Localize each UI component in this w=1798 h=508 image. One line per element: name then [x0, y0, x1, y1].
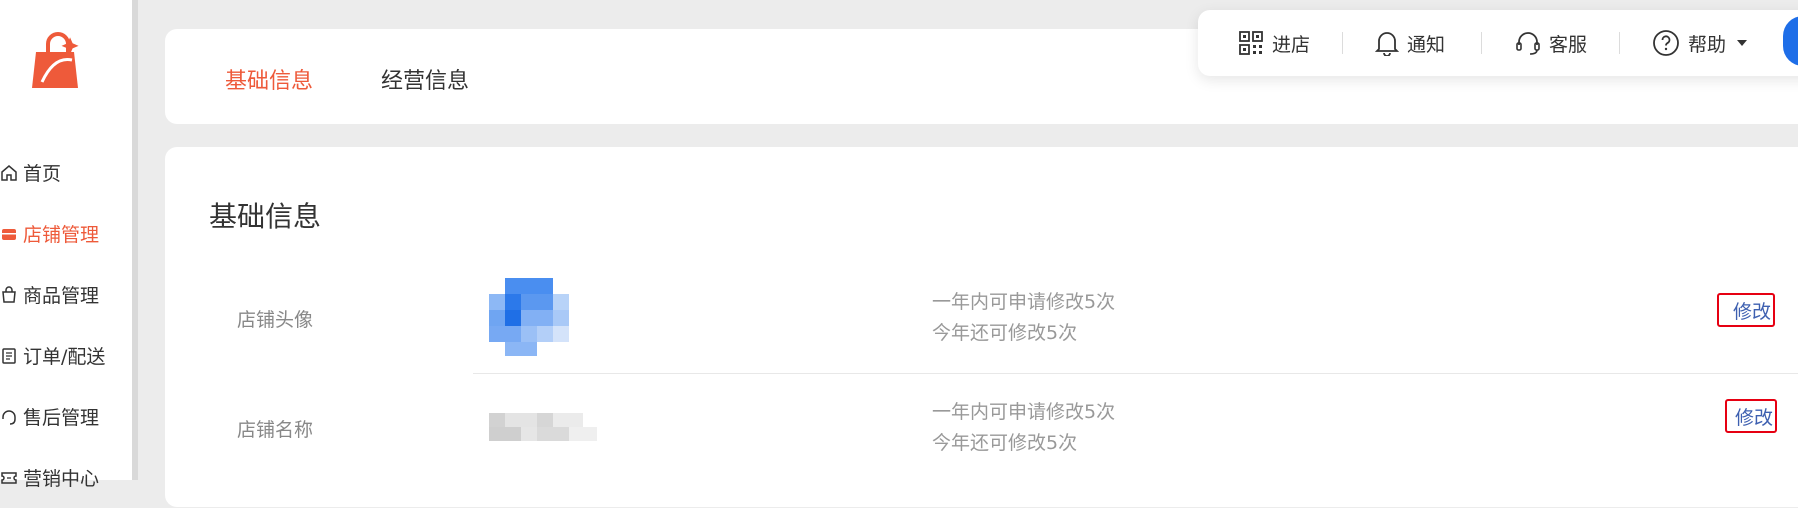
sidebar-item-store[interactable]: 店铺管理 — [0, 203, 132, 264]
sidebar-item-label: 店铺管理 — [23, 224, 100, 246]
store-icon — [0, 223, 20, 245]
shop-name-label: 店铺名称 — [237, 419, 314, 441]
shop-avatar-note: 一年内可申请修改5次 今年还可修改5次 — [932, 287, 1115, 349]
customer-service-label: 客服 — [1549, 33, 1588, 56]
tab-business-info[interactable]: 经营信息 — [381, 63, 469, 95]
shop-name-note: 一年内可申请修改5次 今年还可修改5次 — [932, 397, 1115, 459]
sidebar: 首页 店铺管理 商品管理 订单/配送 售后管理 营销中心 — [0, 0, 132, 490]
home-icon — [0, 162, 20, 184]
edit-avatar-button[interactable]: 修改 — [1717, 293, 1776, 327]
sidebar-item-label: 首页 — [23, 163, 62, 185]
help-dropdown[interactable]: 帮助 — [1652, 28, 1748, 58]
sidebar-nav: 首页 店铺管理 商品管理 订单/配送 售后管理 营销中心 — [0, 142, 132, 508]
order-icon — [0, 345, 20, 367]
edit-limit-text: 一年内可申请修改5次 — [932, 291, 1116, 313]
shop-avatar-label: 店铺头像 — [237, 309, 314, 331]
bag-icon — [0, 284, 20, 306]
toolbar-divider — [1481, 32, 1482, 54]
notification-label: 通知 — [1407, 33, 1446, 56]
toolbar-divider — [1342, 32, 1343, 54]
remaining-edits-text: 今年还可修改5次 — [932, 432, 1078, 454]
shop-avatar-image — [489, 278, 569, 358]
enter-store-label: 进店 — [1272, 33, 1311, 56]
sidebar-item-home[interactable]: 首页 — [0, 142, 132, 203]
sidebar-item-products[interactable]: 商品管理 — [0, 264, 132, 325]
bell-icon — [1375, 32, 1399, 56]
sidebar-item-label: 营销中心 — [23, 468, 100, 490]
brand-logo[interactable] — [28, 30, 88, 90]
headset-icon — [1516, 32, 1540, 55]
sidebar-divider — [132, 0, 138, 480]
shop-name-value — [489, 413, 599, 441]
enter-store-button[interactable]: 进店 — [1238, 28, 1310, 58]
shopping-bag-logo-icon — [32, 32, 79, 88]
section-title: 基础信息 — [209, 200, 322, 233]
qr-code-icon — [1239, 31, 1263, 55]
sidebar-item-label: 订单/配送 — [23, 346, 106, 368]
toolbar-divider — [1619, 32, 1620, 54]
sidebar-item-label: 商品管理 — [23, 285, 100, 307]
caret-down-icon — [1737, 40, 1748, 46]
notification-button[interactable]: 通知 — [1375, 28, 1445, 58]
sidebar-item-label: 售后管理 — [23, 407, 100, 429]
edit-shop-name-button[interactable]: 修改 — [1725, 399, 1778, 433]
customer-service-button[interactable]: 客服 — [1515, 28, 1587, 58]
basic-info-card: 基础信息 店铺头像 一年内可申请修改5次 今年还可修改5次 修改 店铺名称 一年… — [165, 147, 1798, 507]
ticket-icon — [0, 467, 20, 489]
help-label: 帮助 — [1688, 33, 1727, 56]
sidebar-item-marketing[interactable]: 营销中心 — [0, 447, 132, 508]
sidebar-item-after-sales[interactable]: 售后管理 — [0, 386, 132, 447]
remaining-edits-text: 今年还可修改5次 — [932, 322, 1078, 344]
edit-limit-text: 一年内可申请修改5次 — [932, 401, 1116, 423]
help-question-icon — [1653, 30, 1679, 56]
sidebar-item-orders[interactable]: 订单/配送 — [0, 325, 132, 386]
headset-icon — [0, 406, 20, 428]
tab-basic-info[interactable]: 基础信息 — [225, 63, 313, 95]
top-toolbar: 进店 通知 客服 帮助 — [1198, 10, 1798, 76]
row-divider — [473, 373, 1798, 374]
